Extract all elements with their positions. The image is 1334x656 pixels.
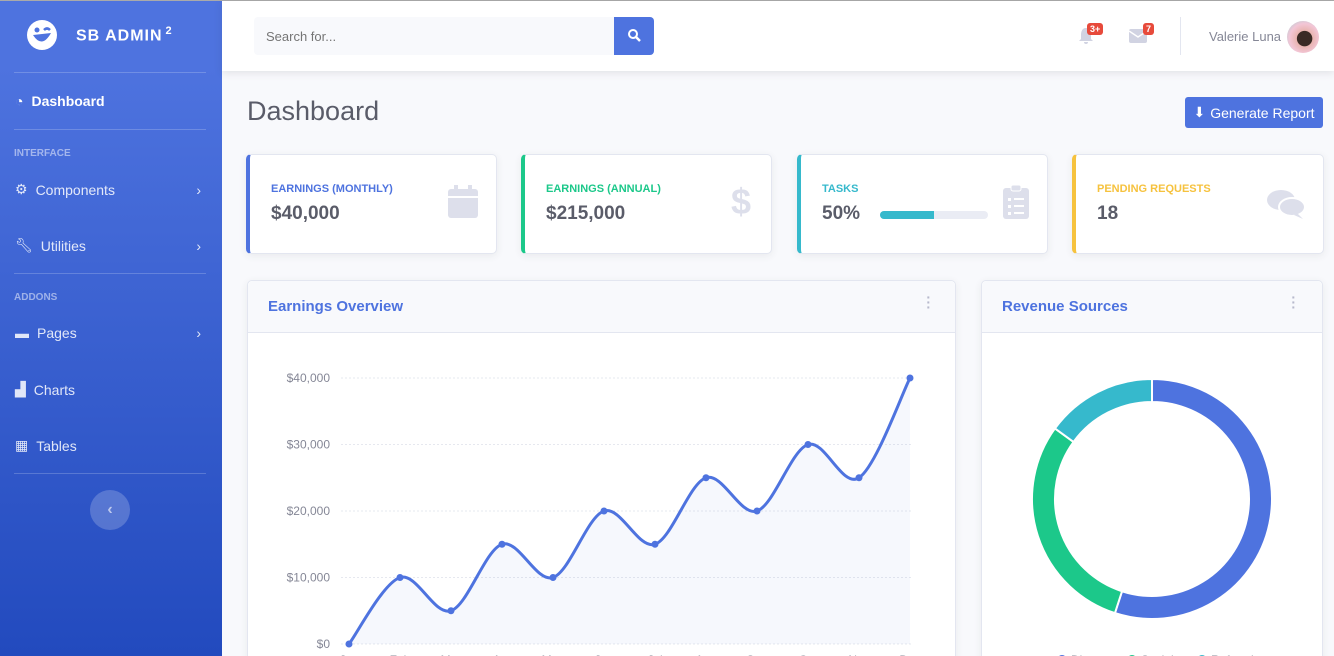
earnings-line-chart: $0$10,000$20,000$30,000$40,000JanFebMarA… bbox=[287, 371, 921, 656]
y-tick-label: $40,000 bbox=[287, 371, 331, 385]
chevron-left-icon: ‹ bbox=[107, 501, 113, 518]
brand-name: SB ADMIN bbox=[76, 27, 163, 45]
folder-icon: ▬ bbox=[15, 325, 29, 341]
y-tick-label: $30,000 bbox=[287, 438, 331, 452]
alerts-button[interactable]: 3+ bbox=[1078, 23, 1104, 50]
chart-area-icon: ▟ bbox=[15, 381, 26, 397]
sidebar-heading: ADDONS bbox=[14, 292, 58, 303]
wrench-icon: 🔧︎ bbox=[15, 237, 33, 253]
stat-label: PENDING REQUESTS bbox=[1097, 183, 1211, 195]
data-point bbox=[855, 474, 863, 482]
tachometer-icon: ◔ bbox=[15, 93, 24, 109]
sidebar-item-label: Tables bbox=[36, 437, 77, 454]
donut-slice-direct bbox=[1113, 377, 1273, 620]
y-tick-label: $20,000 bbox=[287, 504, 331, 518]
stat-card-pending-requests: PENDING REQUESTS 18 bbox=[1072, 154, 1324, 254]
progress-fill bbox=[880, 211, 934, 219]
download-icon: ⬇ bbox=[1193, 104, 1206, 120]
sidebar-item-label: Components bbox=[35, 181, 115, 198]
sidebar-item-charts[interactable]: ▟ Charts bbox=[15, 381, 205, 398]
sidebar-item-label: Dashboard bbox=[31, 93, 105, 109]
stat-label: EARNINGS (ANNUAL) bbox=[546, 183, 661, 195]
search-input[interactable] bbox=[254, 17, 614, 55]
sidebar-item-label: Utilities bbox=[40, 237, 86, 254]
sidebar-toggle-button[interactable]: ‹ bbox=[90, 490, 130, 530]
generate-report-label: Generate Report bbox=[1210, 104, 1315, 121]
sidebar: SB ADMIN 2 ◔ Dashboard INTERFACE ⚙ Componen… bbox=[0, 1, 222, 656]
data-point bbox=[396, 574, 404, 581]
chevron-right-icon: › bbox=[196, 237, 201, 254]
brand-link[interactable]: SB ADMIN 2 bbox=[26, 19, 173, 51]
sidebar-divider bbox=[14, 473, 206, 474]
alerts-badge: 3+ bbox=[1087, 23, 1104, 35]
user-name[interactable]: Valerie Luna bbox=[1209, 29, 1281, 44]
dollar-icon: $ bbox=[730, 181, 751, 222]
sidebar-divider bbox=[14, 273, 206, 274]
calendar-icon bbox=[448, 185, 478, 218]
search-form bbox=[254, 17, 654, 55]
sidebar-item-dashboard[interactable]: ◔ Dashboard bbox=[15, 93, 205, 109]
messages-button[interactable]: 7 bbox=[1128, 23, 1155, 48]
data-point bbox=[600, 507, 608, 515]
data-point bbox=[651, 540, 659, 548]
sidebar-divider bbox=[14, 129, 206, 130]
sidebar-item-pages[interactable]: ▬ Pages › bbox=[15, 325, 205, 341]
clipboard-list-icon bbox=[1003, 185, 1029, 219]
revenue-sources-card: Revenue Sources··· DirectSocialReferral bbox=[981, 280, 1323, 656]
search-icon bbox=[628, 28, 641, 42]
y-tick-label: $0 bbox=[317, 637, 331, 651]
cog-icon: ⚙ bbox=[15, 181, 28, 197]
sidebar-divider bbox=[14, 72, 206, 73]
stat-card-earnings-annual: EARNINGS (ANNUAL) $215,000 $ bbox=[521, 154, 772, 254]
topbar: 3+ 7 Valerie Luna bbox=[222, 1, 1334, 71]
brand-sup: 2 bbox=[165, 24, 173, 37]
sidebar-heading: INTERFACE bbox=[14, 148, 71, 159]
generate-report-button[interactable]: ⬇ Generate Report bbox=[1185, 97, 1323, 128]
laugh-wink-icon bbox=[27, 20, 57, 50]
search-button[interactable] bbox=[614, 17, 654, 55]
topbar-divider bbox=[1180, 17, 1181, 55]
data-point bbox=[345, 640, 353, 648]
messages-badge: 7 bbox=[1143, 23, 1155, 35]
earnings-overview-card: Earnings Overview · · · $0 $10,000 $20,000 $30… bbox=[247, 280, 956, 656]
sidebar-item-tables[interactable]: ▦ Tables bbox=[15, 437, 205, 454]
chevron-right-icon: › bbox=[196, 181, 201, 198]
donut-slice-referral bbox=[1053, 377, 1153, 444]
y-tick-label: $10,000 bbox=[287, 571, 331, 585]
data-point bbox=[549, 574, 557, 581]
page-title: Dashboard bbox=[247, 96, 380, 126]
sidebar-item-components[interactable]: ⚙ Components › bbox=[15, 181, 205, 198]
data-point bbox=[753, 507, 761, 515]
chevron-right-icon: › bbox=[196, 325, 201, 341]
tasks-progress-bar bbox=[880, 211, 988, 219]
stat-value: 50% bbox=[822, 203, 861, 224]
donut-slice-social bbox=[1031, 427, 1124, 615]
table-icon: ▦ bbox=[15, 437, 29, 453]
data-point bbox=[498, 540, 506, 548]
sidebar-item-utilities[interactable]: 🔧︎ Utilities › bbox=[15, 237, 205, 254]
stat-value: $215,000 bbox=[546, 203, 626, 224]
data-point bbox=[447, 607, 455, 615]
comments-icon bbox=[1267, 190, 1305, 219]
stat-label: TASKS bbox=[822, 183, 859, 195]
sidebar-item-label: Pages bbox=[37, 325, 77, 341]
avatar[interactable] bbox=[1287, 21, 1319, 53]
stat-value: 18 bbox=[1097, 203, 1119, 224]
stat-value: $40,000 bbox=[271, 203, 340, 224]
data-point bbox=[702, 474, 710, 482]
stat-card-tasks: TASKS 50% bbox=[797, 154, 1048, 254]
stat-card-earnings-monthly: EARNINGS (MONTHLY) $40,000 bbox=[246, 154, 497, 254]
data-point bbox=[804, 441, 812, 448]
revenue-donut-chart: DirectSocialReferral bbox=[1031, 377, 1273, 656]
stat-label: EARNINGS (MONTHLY) bbox=[271, 183, 393, 195]
sidebar-item-label: Charts bbox=[33, 381, 76, 398]
data-point bbox=[906, 374, 914, 382]
